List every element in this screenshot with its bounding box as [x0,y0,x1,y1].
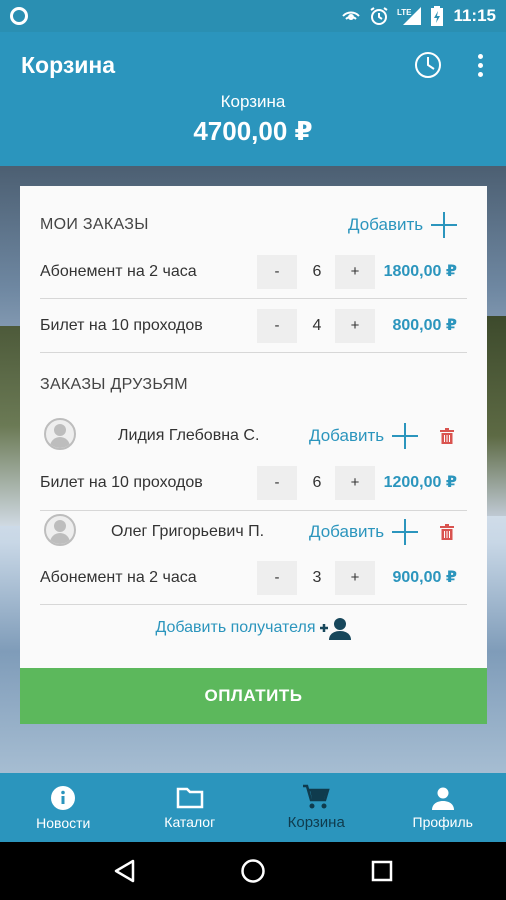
overflow-menu-button[interactable] [470,50,490,80]
order-item-name: Билет на 10 проходов [40,474,203,491]
quantity-increase-button[interactable]: + [335,309,375,343]
status-bar: LTE 11:15 [0,0,506,32]
order-item-price: 1800,00 ₽ [383,263,457,280]
order-row: Билет на 10 проходов - 4 + 800,00 ₽ [40,299,467,353]
avatar [44,514,76,546]
my-orders-title: МОИ ЗАКАЗЫ [40,216,149,233]
delete-icon[interactable] [440,524,454,540]
divider [40,352,467,353]
nav-label: Профиль [412,813,473,830]
nav-label: Корзина [287,814,345,831]
quantity-value: 3 [312,569,322,586]
person-icon [431,787,454,810]
back-icon [115,859,135,883]
recents-button[interactable] [362,851,402,891]
back-button[interactable] [104,851,144,891]
quantity-increase-button[interactable]: + [335,255,375,289]
quantity-increase-button[interactable]: + [335,466,375,500]
plus-icon [392,519,419,545]
quantity-increase-button[interactable]: + [335,561,375,595]
clock-icon [415,52,441,78]
friend-orders-title: ЗАКАЗЫ ДРУЗЬЯМ [40,376,188,393]
page-title: Корзина [21,52,116,78]
friend-name: Лидия Глебовна С. [118,427,260,444]
add-recipient-button[interactable]: Добавить получателя [20,616,487,640]
nav-label: Новости [36,814,91,831]
cart-icon [303,784,330,809]
my-orders-add-button[interactable]: Добавить [348,212,458,238]
status-time: 11:15 [453,6,496,25]
quantity-decrease-button[interactable]: - [257,561,297,595]
app-header: Корзина Корзина 4700,00 ₽ [0,32,506,166]
svg-text:LTE: LTE [397,8,412,17]
plus-icon [431,212,458,238]
more-vert-icon [477,53,483,59]
add-label: Добавить [309,426,385,445]
signal-icon: LTE [397,7,422,25]
nav-item-news[interactable]: Новости [0,773,127,842]
quantity-decrease-button[interactable]: - [257,255,297,289]
friend-add-button[interactable]: Добавить [309,414,419,458]
nav-item-catalog[interactable]: Каталог [127,773,254,842]
home-button[interactable] [233,851,273,891]
avatar [44,418,76,450]
order-item-price: 900,00 ₽ [392,569,457,586]
quantity-value: 4 [312,317,322,334]
folder-icon [176,787,203,808]
history-button[interactable] [413,50,443,80]
delete-icon[interactable] [440,428,454,444]
add-person-icon [319,618,351,640]
quantity-decrease-button[interactable]: - [257,309,297,343]
recents-icon [371,860,392,882]
add-label: Добавить [309,522,385,541]
friend-add-button[interactable]: Добавить [309,510,419,554]
system-nav-bar [0,842,506,900]
order-item-price: 800,00 ₽ [392,317,457,334]
pay-button[interactable]: ОПЛАТИТЬ [20,668,487,724]
plus-icon [392,423,419,449]
bottom-nav: Новости Каталог Корзина Профиль [0,773,506,842]
friend-name: Олег Григорьевич П. [111,523,265,540]
add-label: Добавить [348,215,424,234]
alarm-icon [370,7,389,25]
order-row: Билет на 10 проходов - 6 + 1200,00 ₽ [40,456,467,510]
add-recipient-label: Добавить получателя [155,619,316,636]
info-icon [51,785,76,810]
battery-icon [431,6,444,26]
order-item-price: 1200,00 ₽ [383,474,457,491]
quantity-value: 6 [312,263,322,280]
friend-row: Олег Григорьевич П. Добавить [40,510,467,554]
cart-total: 4700,00 ₽ [193,116,313,146]
nav-label: Каталог [164,813,216,830]
quantity-decrease-button[interactable]: - [257,466,297,500]
nav-item-cart[interactable]: Корзина [253,773,380,842]
friend-row: Лидия Глебовна С. Добавить [40,414,467,458]
order-row: Абонемент на 2 часа - 6 + 1800,00 ₽ [40,245,467,299]
hotspot-icon [342,11,361,20]
app-notification-icon [10,7,28,25]
cart-card: МОИ ЗАКАЗЫ Добавить Абонемент на 2 часа … [20,186,487,668]
nav-item-profile[interactable]: Профиль [380,773,506,842]
divider [40,604,467,605]
order-item-name: Абонемент на 2 часа [40,263,197,280]
cart-caption: Корзина [220,92,286,111]
order-row: Абонемент на 2 часа - 3 + 900,00 ₽ [40,551,467,605]
home-icon [241,859,265,883]
order-item-name: Билет на 10 проходов [40,317,203,334]
quantity-value: 6 [312,474,322,491]
order-item-name: Абонемент на 2 часа [40,569,197,586]
